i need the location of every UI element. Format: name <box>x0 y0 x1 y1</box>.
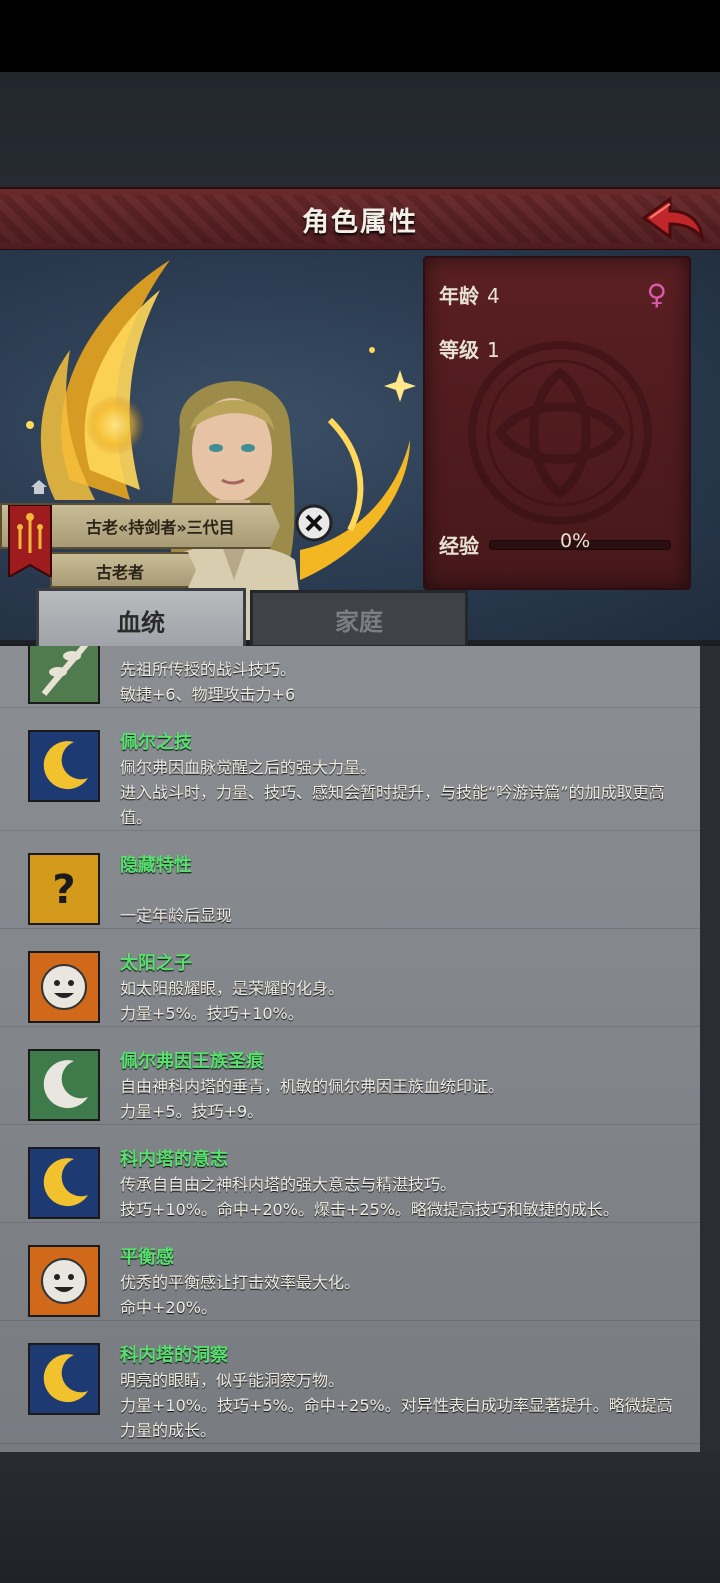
trait-desc: 先祖所传授的战斗技巧。 敏捷+6、物理攻击力+6 <box>120 660 297 704</box>
age-row: 年龄 4 <box>439 280 500 309</box>
trait-desc: 传承自自由之神科内塔的强大意志与精湛技巧。 技巧+10%。命中+20%。爆击+25… <box>120 1175 619 1219</box>
list-item: 佩尔弗因王族圣痕 自由神科内塔的垂青，机敏的佩尔弗因王族血统印证。 力量+5。技巧… <box>0 1027 700 1125</box>
moon-icon <box>28 730 100 802</box>
trait-desc: 优秀的平衡感让打击效率最大化。 命中+20%。 <box>120 1273 361 1317</box>
list-item: 平衡感 优秀的平衡感让打击效率最大化。 命中+20%。 <box>0 1223 700 1321</box>
title-primary: 古老«持剑者»三代目 <box>86 518 235 537</box>
trait-desc: 自由神科内塔的垂青，机敏的佩尔弗因王族血统印证。 力量+5。技巧+9。 <box>120 1077 505 1121</box>
svg-text:?: ? <box>52 867 75 913</box>
list-item: 先祖所传授的战斗技巧。 敏捷+6、物理攻击力+6 <box>0 646 700 708</box>
top-background <box>0 72 720 187</box>
trait-desc: 如太阳般耀眼，是荣耀的化身。 力量+5%。技巧+10%。 <box>120 979 345 1023</box>
character-info-panel: 年龄 4 ♀ 等级 1 经验 0% <box>423 256 691 590</box>
bottom-bar <box>0 1452 720 1583</box>
question-icon: ? <box>28 853 100 925</box>
trait-title: 科内塔的意志 <box>120 1149 228 1170</box>
tab-family[interactable]: 家庭 <box>250 590 468 648</box>
age-label: 年龄 <box>439 284 479 308</box>
branch-icon <box>28 646 100 704</box>
exp-label: 经验 <box>439 534 479 558</box>
female-icon: ♀ <box>646 278 667 311</box>
back-arrow-icon[interactable] <box>640 191 710 245</box>
exp-value: 0% <box>560 530 591 552</box>
close-icon[interactable] <box>295 504 333 542</box>
level-value: 1 <box>487 338 500 362</box>
trait-list[interactable]: 先祖所传授的战斗技巧。 敏捷+6、物理攻击力+6 佩尔之技 佩尔弗因血脉觉醒之后的… <box>0 646 700 1452</box>
title-banner-secondary: 古老者 <box>50 552 196 588</box>
level-row: 等级 1 <box>439 334 500 363</box>
list-item: ? 隐藏特性 一定年龄后显现 <box>0 831 700 929</box>
list-item: 科内塔的意志 传承自自由之神科内塔的强大意志与精湛技巧。 技巧+10%。命中+20… <box>0 1125 700 1223</box>
sun-face-icon <box>28 1245 100 1317</box>
celtic-knot-emblem <box>468 341 652 525</box>
family-flag-icon <box>8 505 52 577</box>
list-item: 科内塔的洞察 明亮的眼睛，似乎能洞察万物。 力量+10%。技巧+5%。命中+25%… <box>0 1321 700 1444</box>
list-item: 佩尔之技 佩尔弗因血脉觉醒之后的强大力量。 进入战斗时，力量、技巧、感知会暂时提升… <box>0 708 700 831</box>
moon-icon <box>28 1343 100 1415</box>
trait-title: 太阳之子 <box>120 953 192 974</box>
trait-title: 佩尔弗因王族圣痕 <box>120 1051 264 1072</box>
trait-desc: 明亮的眼睛，似乎能洞察万物。 力量+10%。技巧+5%。命中+25%。对异性表白成… <box>120 1371 673 1440</box>
white-moon-icon <box>28 1049 100 1121</box>
sun-face-icon <box>28 951 100 1023</box>
trait-title: 科内塔的洞察 <box>120 1345 228 1366</box>
home-icon <box>31 480 47 494</box>
status-bar <box>0 0 720 72</box>
trait-desc: 一定年龄后显现 <box>120 906 233 925</box>
trait-title: 平衡感 <box>120 1247 174 1268</box>
trait-desc: 佩尔弗因血脉觉醒之后的强大力量。 进入战斗时，力量、技巧、感知会暂时提升，与技能“… <box>120 758 665 827</box>
level-label: 等级 <box>439 338 479 362</box>
page-title: 角色属性 <box>302 206 418 238</box>
moon-icon <box>28 1147 100 1219</box>
character-attributes-screen: 角色属性 年龄 4 ♀ 等级 1 经验 0% 古老«持剑者»三代目 古老者 家庭… <box>0 0 720 1583</box>
list-item: 太阳之子 如太阳般耀眼，是荣耀的化身。 力量+5%。技巧+10%。 <box>0 929 700 1027</box>
age-value: 4 <box>487 284 500 308</box>
trait-title: 佩尔之技 <box>120 732 192 753</box>
title-secondary: 古老者 <box>96 563 145 582</box>
tab-bloodline[interactable]: 血统 <box>36 588 246 649</box>
header-bar: 角色属性 <box>0 187 720 252</box>
list-scrollbar[interactable] <box>700 646 720 1452</box>
trait-title: 隐藏特性 <box>120 855 192 876</box>
